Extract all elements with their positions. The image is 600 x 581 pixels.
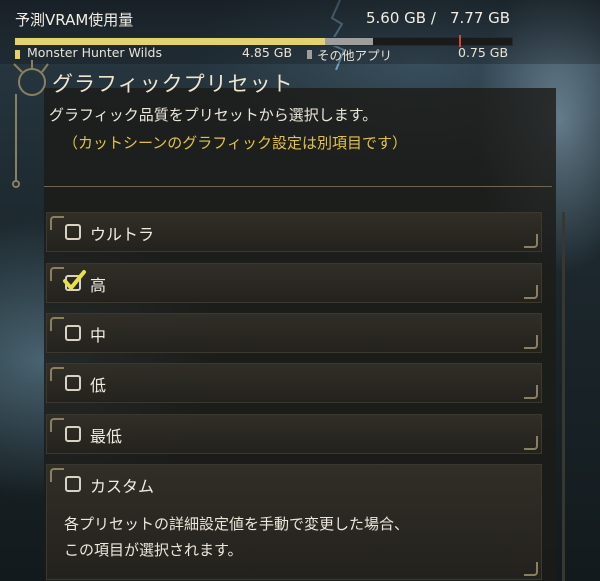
vram-usage-header: 予測VRAM使用量 5.60 GB / 7.77 GB Monster Hunt… <box>0 0 600 64</box>
panel-title: グラフィックプリセット <box>52 72 294 96</box>
checkbox-icon[interactable] <box>65 224 81 240</box>
vram-other-fill <box>325 38 373 45</box>
other-legend-label: その他アプリ <box>317 48 393 63</box>
corner-ornament <box>50 317 64 331</box>
ornament-icon <box>12 60 49 188</box>
option-label: ウルトラ <box>90 225 155 244</box>
app-legend-label: Monster Hunter Wilds <box>27 45 162 60</box>
checkbox-icon[interactable] <box>65 325 81 341</box>
checkbox-icon[interactable] <box>65 375 81 391</box>
app-usage-value: 4.85 GB <box>242 45 293 60</box>
other-usage-value: 0.75 GB <box>458 45 509 60</box>
check-icon <box>63 270 86 290</box>
option-label: 低 <box>90 376 107 395</box>
corner-ornament <box>524 285 538 299</box>
option-label: 高 <box>90 276 107 295</box>
vram-app-fill <box>15 38 325 45</box>
corner-ornament <box>50 468 64 482</box>
corner-ornament <box>524 436 538 450</box>
corner-ornament <box>524 335 538 349</box>
panel-description: グラフィック品質をプリセットから選択します。 <box>49 106 378 124</box>
option-lowest[interactable]: 最低 <box>46 414 542 454</box>
custom-description: 各プリセットの詳細設定値を手動で変更した場合、 この項目が選択されます。 <box>64 511 409 563</box>
vram-title: 予測VRAM使用量 <box>15 11 134 29</box>
vram-total-value: 7.77 GB <box>450 9 511 27</box>
divider <box>44 186 552 187</box>
corner-ornament <box>50 418 64 432</box>
option-label: 中 <box>90 326 107 345</box>
custom-description-line: 各プリセットの詳細設定値を手動で変更した場合、 <box>64 515 410 533</box>
option-medium[interactable]: 中 <box>46 313 542 353</box>
corner-ornament <box>524 385 538 399</box>
option-ultra[interactable]: ウルトラ <box>46 212 542 252</box>
option-high[interactable]: 高 <box>46 263 542 303</box>
corner-ornament <box>50 216 64 230</box>
scrollbar[interactable] <box>562 212 565 581</box>
corner-ornament <box>524 234 538 248</box>
option-custom[interactable]: カスタム 各プリセットの詳細設定値を手動で変更した場合、 この項目が選択されます… <box>46 464 542 580</box>
checkbox-icon[interactable] <box>65 476 81 492</box>
option-low[interactable]: 低 <box>46 363 542 403</box>
corner-ornament <box>50 367 64 381</box>
corner-ornament <box>524 562 538 576</box>
app-legend-swatch <box>15 50 20 59</box>
checkbox-icon[interactable] <box>65 426 81 442</box>
option-label: 最低 <box>90 427 123 446</box>
vram-used-value: 5.60 GB / <box>366 9 436 27</box>
custom-description-line: この項目が選択されます。 <box>64 541 243 559</box>
panel-note: （カットシーンのグラフィック設定は別項目です） <box>63 134 407 152</box>
option-label: カスタム <box>90 477 155 496</box>
other-legend-swatch <box>307 50 312 59</box>
